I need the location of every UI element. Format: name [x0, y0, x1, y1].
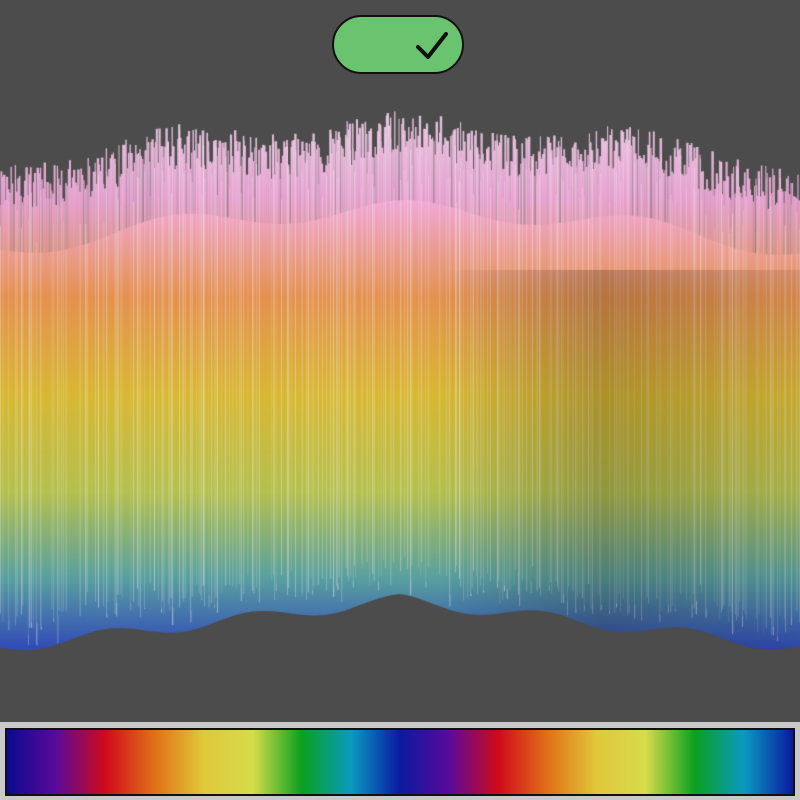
checkmark-icon — [416, 32, 448, 59]
colormap-bar — [5, 728, 795, 796]
spike-surface-visualization[interactable] — [0, 90, 800, 700]
colorbar-panel — [0, 722, 800, 800]
confirm-toggle[interactable] — [332, 15, 464, 74]
